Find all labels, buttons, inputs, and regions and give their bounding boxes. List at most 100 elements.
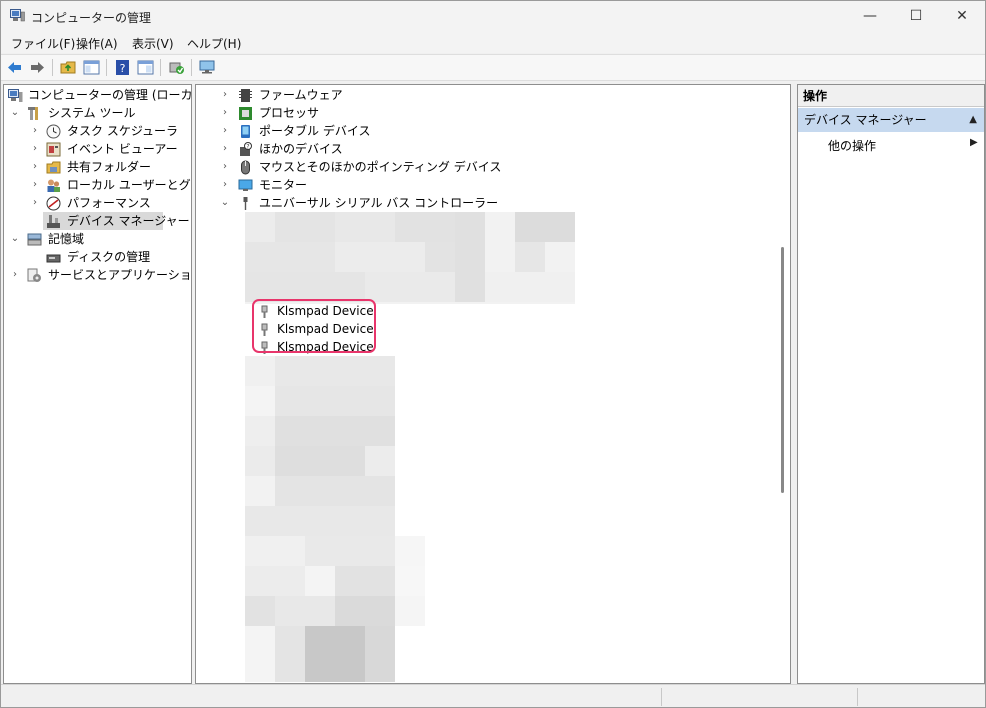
status-bar bbox=[1, 684, 985, 707]
update-driver-icon[interactable] bbox=[168, 59, 185, 76]
show-hide-tree-icon[interactable] bbox=[83, 59, 100, 76]
tree-item-device-manager[interactable]: デバイス マネージャー bbox=[43, 212, 190, 230]
performance-icon bbox=[46, 196, 61, 211]
maximize-button[interactable]: ☐ bbox=[893, 1, 939, 31]
firmware-icon bbox=[239, 89, 252, 102]
back-icon[interactable] bbox=[6, 59, 23, 76]
tree-item-services-applications[interactable]: › サービスとアプリケーション bbox=[6, 266, 192, 284]
status-divider bbox=[661, 688, 662, 706]
vertical-scrollbar-thumb[interactable] bbox=[781, 247, 784, 493]
chevron-right-icon[interactable]: › bbox=[220, 140, 230, 158]
device-list-pane[interactable]: › ファームウェア › プロセッサ › ポータブル デバイス › ? ほかのデバ… bbox=[195, 84, 791, 684]
users-icon bbox=[47, 179, 60, 192]
window-title: コンピューターの管理 bbox=[31, 11, 152, 25]
actions-section-device-manager[interactable]: デバイス マネージャー ▲ bbox=[798, 108, 984, 132]
chevron-right-icon[interactable]: › bbox=[10, 266, 20, 284]
computer-management-icon bbox=[10, 9, 25, 22]
minimize-button[interactable]: — bbox=[847, 1, 893, 31]
forward-icon[interactable] bbox=[29, 59, 46, 76]
device-category-processor[interactable]: › プロセッサ bbox=[220, 104, 620, 122]
redacted-region bbox=[245, 356, 425, 682]
collapse-triangle-icon[interactable]: ▲ bbox=[969, 108, 977, 132]
device-category-mouse[interactable]: › マウスとそのほかのポインティング デバイス bbox=[220, 158, 620, 176]
computer-management-icon bbox=[8, 89, 23, 102]
chevron-right-icon[interactable]: › bbox=[30, 176, 40, 194]
title-bar: コンピューターの管理 — ☐ ✕ bbox=[1, 1, 985, 31]
actions-more-actions[interactable]: 他の操作 bbox=[828, 137, 876, 154]
tree-item-event-viewer[interactable]: › イベント ビューアー bbox=[6, 140, 189, 158]
device-category-firmware[interactable]: › ファームウェア bbox=[220, 86, 620, 104]
event-viewer-icon bbox=[46, 142, 61, 157]
unknown-device-icon: ? bbox=[240, 142, 252, 156]
tree-item-local-users-groups[interactable]: › ローカル ユーザーとグループ bbox=[6, 176, 191, 194]
monitor-icon bbox=[238, 179, 253, 191]
disk-icon bbox=[46, 254, 61, 263]
device-category-usb[interactable]: ⌄ ユニバーサル シリアル バス コントローラー bbox=[220, 194, 620, 212]
chevron-right-icon[interactable]: › bbox=[30, 122, 40, 140]
redacted-region bbox=[245, 212, 595, 304]
menu-action[interactable]: 操作(A) bbox=[76, 35, 118, 52]
menu-help[interactable]: ヘルプ(H) bbox=[187, 35, 241, 52]
device-manager-icon bbox=[47, 215, 60, 228]
actions-more-label: 他の操作 bbox=[828, 139, 877, 153]
clock-icon bbox=[46, 124, 61, 139]
svg-text:?: ? bbox=[120, 62, 126, 75]
close-button[interactable]: ✕ bbox=[939, 1, 985, 31]
help-icon[interactable]: ? bbox=[114, 59, 131, 76]
tree-item-label: デバイス マネージャー bbox=[67, 214, 190, 228]
tree-item-task-scheduler[interactable]: › タスク スケジューラ bbox=[6, 122, 189, 140]
mouse-icon bbox=[241, 160, 250, 175]
chevron-right-icon[interactable]: › bbox=[30, 194, 40, 212]
tree-item-performance[interactable]: › パフォーマンス bbox=[6, 194, 189, 212]
device-category-other[interactable]: › ? ほかのデバイス bbox=[220, 140, 620, 158]
chevron-right-icon[interactable]: › bbox=[220, 86, 230, 104]
tree-item-computer-management[interactable]: コンピューターの管理 (ローカル) bbox=[6, 86, 192, 104]
device-category-label: ファームウェア bbox=[259, 88, 343, 102]
actions-section-label: デバイス マネージャー bbox=[804, 113, 927, 127]
toolbar-separator bbox=[52, 59, 53, 76]
tree-item-shared-folders[interactable]: › 共有フォルダー bbox=[6, 158, 189, 176]
chevron-right-icon[interactable]: › bbox=[220, 104, 230, 122]
svg-text:?: ? bbox=[246, 144, 249, 151]
chevron-right-icon[interactable]: › bbox=[220, 158, 230, 176]
chevron-down-icon[interactable]: ⌄ bbox=[10, 230, 20, 248]
scan-hardware-icon[interactable] bbox=[199, 59, 216, 76]
portable-device-icon bbox=[241, 125, 250, 138]
tree-item-label: サービスとアプリケーション bbox=[48, 268, 192, 282]
up-folder-icon[interactable] bbox=[60, 59, 77, 76]
chevron-down-icon[interactable]: ⌄ bbox=[220, 194, 230, 212]
tree-item-label: タスク スケジューラ bbox=[67, 124, 178, 138]
device-category-label: マウスとそのほかのポインティング デバイス bbox=[259, 160, 502, 174]
device-category-monitor[interactable]: › モニター bbox=[220, 176, 620, 194]
chevron-right-icon[interactable]: › bbox=[30, 140, 40, 158]
tree-item-storage[interactable]: ⌄ 記憶域 bbox=[6, 230, 189, 248]
chevron-right-icon[interactable]: › bbox=[220, 122, 230, 140]
chevron-right-icon[interactable]: › bbox=[30, 158, 40, 176]
menu-bar: ファイル(F) 操作(A) 表示(V) ヘルプ(H) bbox=[1, 31, 985, 53]
toolbar-separator bbox=[191, 59, 192, 76]
menu-file[interactable]: ファイル(F) bbox=[11, 35, 75, 52]
shared-folder-icon bbox=[46, 161, 61, 174]
properties-icon[interactable] bbox=[137, 59, 154, 76]
chevron-right-icon[interactable]: › bbox=[220, 176, 230, 194]
services-icon bbox=[27, 268, 41, 282]
actions-pane: 操作 デバイス マネージャー ▲ 他の操作 ▶ bbox=[797, 84, 985, 684]
actions-header: 操作 bbox=[798, 85, 984, 107]
tree-item-system-tools[interactable]: ⌄ システム ツール bbox=[6, 104, 189, 122]
tools-icon bbox=[28, 107, 38, 120]
tree-item-disk-management[interactable]: ディスクの管理 bbox=[6, 248, 189, 266]
console-tree-pane[interactable]: コンピューターの管理 (ローカル) ⌄ システム ツール › タスク スケジュー… bbox=[3, 84, 192, 684]
tree-item-label: 共有フォルダー bbox=[67, 160, 152, 174]
chevron-down-icon[interactable]: ⌄ bbox=[10, 104, 20, 122]
tree-item-label: 記憶域 bbox=[48, 232, 85, 246]
toolbar: ? bbox=[1, 54, 985, 81]
processor-icon bbox=[239, 107, 252, 120]
storage-icon bbox=[27, 233, 42, 246]
device-category-portable[interactable]: › ポータブル デバイス bbox=[220, 122, 620, 140]
submenu-arrow-icon[interactable]: ▶ bbox=[970, 137, 978, 148]
tree-item-label: ローカル ユーザーとグループ bbox=[67, 178, 191, 192]
tree-item-label: コンピューターの管理 (ローカル) bbox=[28, 88, 192, 102]
device-category-label: ポータブル デバイス bbox=[259, 124, 371, 138]
window: コンピューターの管理 — ☐ ✕ ファイル(F) 操作(A) 表示(V) ヘルプ… bbox=[0, 0, 986, 708]
menu-view[interactable]: 表示(V) bbox=[132, 35, 174, 52]
